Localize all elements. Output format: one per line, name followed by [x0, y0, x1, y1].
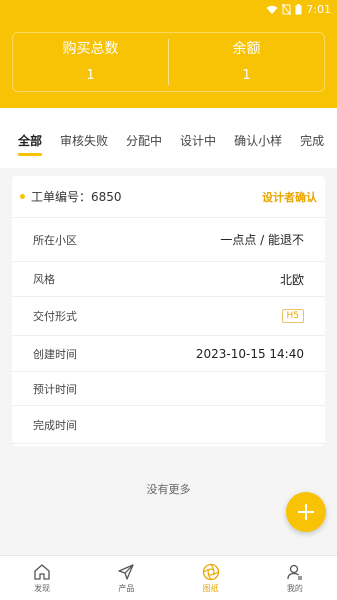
- status-dot: [20, 194, 25, 199]
- nav-drawings[interactable]: 图纸: [169, 556, 253, 600]
- tab-designing[interactable]: 设计中: [171, 108, 225, 168]
- row-label: 风格: [33, 273, 55, 286]
- delivery-badge: H5: [281, 309, 304, 323]
- wifi-icon: [266, 5, 278, 14]
- row-community: 所在小区 一点点 / 能退不: [12, 218, 325, 262]
- nav-label: 图纸: [202, 583, 219, 593]
- row-label: 交付形式: [33, 310, 77, 323]
- add-button[interactable]: [286, 492, 326, 532]
- order-card[interactable]: 工单编号：6850 设计者确认 所在小区 一点点 / 能退不 风格 北欧 交付形…: [12, 176, 325, 446]
- row-delivery-form: 交付形式 H5: [12, 297, 325, 336]
- nav-label: 发现: [34, 583, 51, 593]
- row-style: 风格 北欧: [12, 262, 325, 297]
- balance-label: 余额: [232, 41, 261, 57]
- user-icon: [287, 564, 302, 580]
- battery-icon: [295, 4, 302, 15]
- order-number: 工单编号：6850: [31, 190, 122, 204]
- row-value: 2023-10-15 14:40: [195, 346, 304, 361]
- nav-products[interactable]: 产品: [84, 556, 168, 600]
- status-icons: 7:01: [266, 3, 331, 16]
- balance: 余额 1: [169, 39, 324, 85]
- order-header: 工单编号：6850 设计者确认: [12, 176, 325, 218]
- header-summary: 购买总数 1 余额 1: [0, 20, 337, 108]
- row-completed-time: 完成时间: [12, 406, 325, 444]
- bottom-nav: 发现 产品 图纸 我的: [0, 555, 337, 600]
- row-estimated-time: 预计时间: [12, 372, 325, 406]
- purchase-total-value: 1: [86, 68, 95, 83]
- tab-all[interactable]: 全部: [0, 108, 51, 168]
- status-bar: 7:01: [0, 0, 337, 20]
- row-value: 一点点 / 能退不: [220, 233, 304, 247]
- tab-review-failed[interactable]: 审核失败: [51, 108, 117, 168]
- summary-card: 购买总数 1 余额 1: [12, 32, 325, 92]
- send-icon: [118, 563, 135, 580]
- row-label: 创建时间: [33, 347, 77, 361]
- nav-mine[interactable]: 我的: [253, 556, 337, 600]
- row-label: 所在小区: [33, 233, 77, 247]
- tab-confirm-sample[interactable]: 确认小样: [225, 108, 291, 168]
- no-more-text: 没有更多: [146, 483, 191, 496]
- nav-label: 我的: [286, 583, 303, 593]
- row-label: 预计时间: [33, 382, 77, 396]
- nav-label: 产品: [118, 583, 135, 593]
- purchase-total: 购买总数 1: [13, 39, 168, 85]
- tab-completed[interactable]: 完成: [291, 108, 333, 168]
- aperture-icon: [202, 563, 219, 580]
- no-sim-icon: [282, 4, 292, 15]
- order-status: 设计者确认: [262, 190, 317, 204]
- tab-assigning[interactable]: 分配中: [117, 108, 171, 168]
- balance-value: 1: [242, 68, 251, 83]
- row-label: 完成时间: [33, 418, 77, 432]
- plus-icon: [298, 504, 314, 520]
- status-time: 7:01: [306, 3, 331, 16]
- purchase-total-label: 购买总数: [62, 41, 119, 57]
- home-icon: [34, 563, 50, 580]
- row-created-time: 创建时间 2023-10-15 14:40: [12, 336, 325, 372]
- status-tabs: 全部 审核失败 分配中 设计中 确认小样 完成: [0, 108, 337, 168]
- nav-discover[interactable]: 发现: [0, 556, 84, 600]
- row-value: 北欧: [279, 272, 304, 287]
